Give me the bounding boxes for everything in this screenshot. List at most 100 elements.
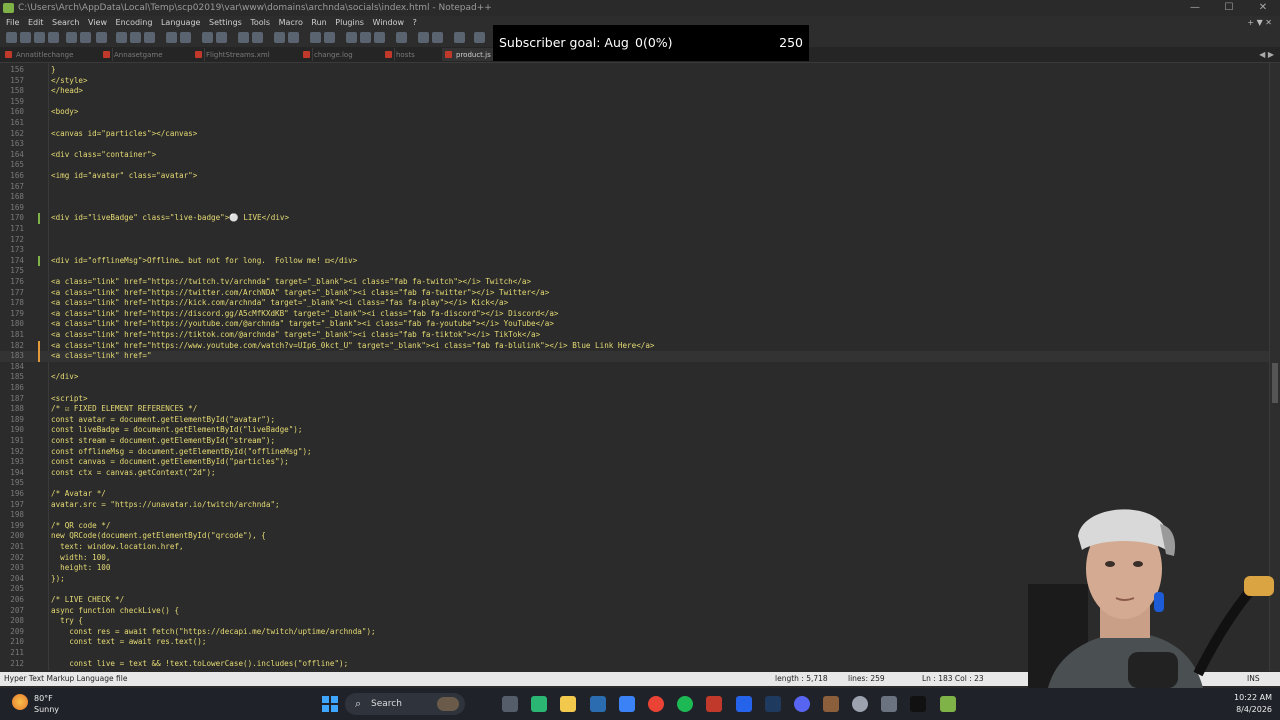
code-line[interactable]: 186 (0, 383, 1270, 394)
code-line[interactable]: 170 <div id="liveBadge" class="live-badge… (0, 213, 1270, 224)
code-line[interactable]: 157 </style> (0, 76, 1270, 87)
menu-window[interactable]: Window (372, 16, 404, 29)
document-map-icon[interactable] (374, 32, 385, 43)
code-line[interactable]: 163 (0, 139, 1270, 150)
tab-file[interactable]: change.log (300, 48, 395, 61)
indent-guide-icon[interactable] (324, 32, 335, 43)
redo-icon[interactable] (180, 32, 191, 43)
code-line[interactable]: 166 <img id="avatar" class="avatar"> (0, 171, 1270, 182)
app-icon[interactable] (590, 696, 606, 712)
close-button[interactable]: ✕ (1246, 0, 1280, 16)
menu-bar-controls[interactable]: + ▼ ✕ (1247, 16, 1272, 29)
tab-file[interactable]: FlightStreams.xml (192, 48, 313, 61)
menu-edit[interactable]: Edit (28, 16, 44, 29)
app-icon[interactable] (852, 696, 868, 712)
save-all-icon[interactable] (48, 32, 59, 43)
menu-run[interactable]: Run (311, 16, 326, 29)
monitoring-icon[interactable] (396, 32, 407, 43)
print-icon[interactable] (96, 32, 107, 43)
code-line[interactable]: 193 const canvas = document.getElementByI… (0, 457, 1270, 468)
menu-search[interactable]: Search (52, 16, 79, 29)
app-icon[interactable] (736, 696, 752, 712)
code-line[interactable]: 180 <a class="link" href="https://youtube… (0, 319, 1270, 330)
obs-icon[interactable] (910, 696, 926, 712)
code-line[interactable]: 173 (0, 245, 1270, 256)
menu-tools[interactable]: Tools (250, 16, 270, 29)
word-wrap-icon[interactable] (288, 32, 299, 43)
code-line[interactable]: 190 const liveBadge = document.getElement… (0, 425, 1270, 436)
code-line[interactable]: 185 </div> (0, 372, 1270, 383)
code-line[interactable]: 164 <div class="container"> (0, 150, 1270, 161)
windows-start-icon[interactable] (322, 696, 338, 712)
code-line[interactable]: 165 (0, 160, 1270, 171)
code-line[interactable]: 177 <a class="link" href="https://twitter… (0, 288, 1270, 299)
code-line[interactable]: 181 <a class="link" href="https://tiktok.… (0, 330, 1270, 341)
function-list-icon[interactable] (346, 32, 357, 43)
tab-file[interactable]: Annasetgame (100, 48, 205, 61)
code-line[interactable]: 159 (0, 97, 1270, 108)
sync-scroll-icon[interactable] (274, 32, 285, 43)
minimize-button[interactable]: — (1178, 0, 1212, 16)
code-line[interactable]: 179 <a class="link" href="https://discord… (0, 309, 1270, 320)
menu-encoding[interactable]: Encoding (116, 16, 153, 29)
taskbar-search[interactable]: ⌕ Search (345, 693, 465, 715)
undo-icon[interactable] (166, 32, 177, 43)
system-clock[interactable]: 10:22 AM 8/4/2026 (1234, 692, 1272, 716)
menu-macro[interactable]: Macro (279, 16, 303, 29)
code-line[interactable]: 172 (0, 235, 1270, 246)
zoom-out-icon[interactable] (252, 32, 263, 43)
code-line[interactable]: 160 <body> (0, 107, 1270, 118)
copy-icon[interactable] (130, 32, 141, 43)
steam-icon[interactable] (765, 696, 781, 712)
code-line[interactable]: 161 (0, 118, 1270, 129)
menu-file[interactable]: File (6, 16, 19, 29)
run-macro-icon[interactable] (474, 32, 485, 43)
code-line[interactable]: 174 <div id="offlineMsg">Offline… but not… (0, 256, 1270, 267)
code-line[interactable]: 187 <script> (0, 394, 1270, 405)
code-line[interactable]: 192 const offlineMsg = document.getElemen… (0, 447, 1270, 458)
task-view-icon[interactable] (502, 696, 518, 712)
file-explorer-icon[interactable] (560, 696, 576, 712)
code-line[interactable]: 158 </head> (0, 86, 1270, 97)
menu-plugins[interactable]: Plugins (335, 16, 364, 29)
code-line[interactable]: 191 const stream = document.getElementByI… (0, 436, 1270, 447)
cut-icon[interactable] (116, 32, 127, 43)
show-all-chars-icon[interactable] (310, 32, 321, 43)
play-macro-icon[interactable] (454, 32, 465, 43)
code-line[interactable]: 183 <a class="link" href=" (0, 351, 1270, 362)
code-line[interactable]: 168 (0, 192, 1270, 203)
menu-language[interactable]: Language (161, 16, 200, 29)
spotify-icon[interactable] (677, 696, 693, 712)
folder-workspace-icon[interactable] (360, 32, 371, 43)
tab-scroll-arrows[interactable]: ◀ ▶ (1259, 47, 1274, 62)
code-line[interactable]: 182 <a class="link" href="https://www.you… (0, 341, 1270, 352)
code-line[interactable]: 156} (0, 65, 1270, 76)
code-line[interactable]: 178 <a class="link" href="https://kick.co… (0, 298, 1270, 309)
notepad-plus-plus-icon[interactable] (940, 696, 956, 712)
new-file-icon[interactable] (6, 32, 17, 43)
code-line[interactable]: 175 (0, 266, 1270, 277)
record-macro-icon[interactable] (418, 32, 429, 43)
menu-settings[interactable]: Settings (209, 16, 242, 29)
app-icon[interactable] (706, 696, 722, 712)
code-line[interactable]: 188 /* ☑ FIXED ELEMENT REFERENCES */ (0, 404, 1270, 415)
app-icon[interactable] (881, 696, 897, 712)
discord-icon[interactable] (794, 696, 810, 712)
code-line[interactable]: 184 (0, 362, 1270, 373)
menu-view[interactable]: View (88, 16, 107, 29)
code-line[interactable]: 169 (0, 203, 1270, 214)
zoom-in-icon[interactable] (238, 32, 249, 43)
find-icon[interactable] (202, 32, 213, 43)
open-file-icon[interactable] (20, 32, 31, 43)
code-line[interactable]: 189 const avatar = document.getElementByI… (0, 415, 1270, 426)
code-line[interactable]: 162 <canvas id="particles"></canvas> (0, 129, 1270, 140)
save-icon[interactable] (34, 32, 45, 43)
scrollbar-thumb[interactable] (1272, 363, 1278, 403)
paste-icon[interactable] (144, 32, 155, 43)
app-icon[interactable] (823, 696, 839, 712)
tab-file[interactable]: Annatitlechange (2, 48, 113, 61)
close-file-icon[interactable] (66, 32, 77, 43)
app-icon[interactable] (619, 696, 635, 712)
code-line[interactable]: 167 (0, 182, 1270, 193)
replace-icon[interactable] (216, 32, 227, 43)
